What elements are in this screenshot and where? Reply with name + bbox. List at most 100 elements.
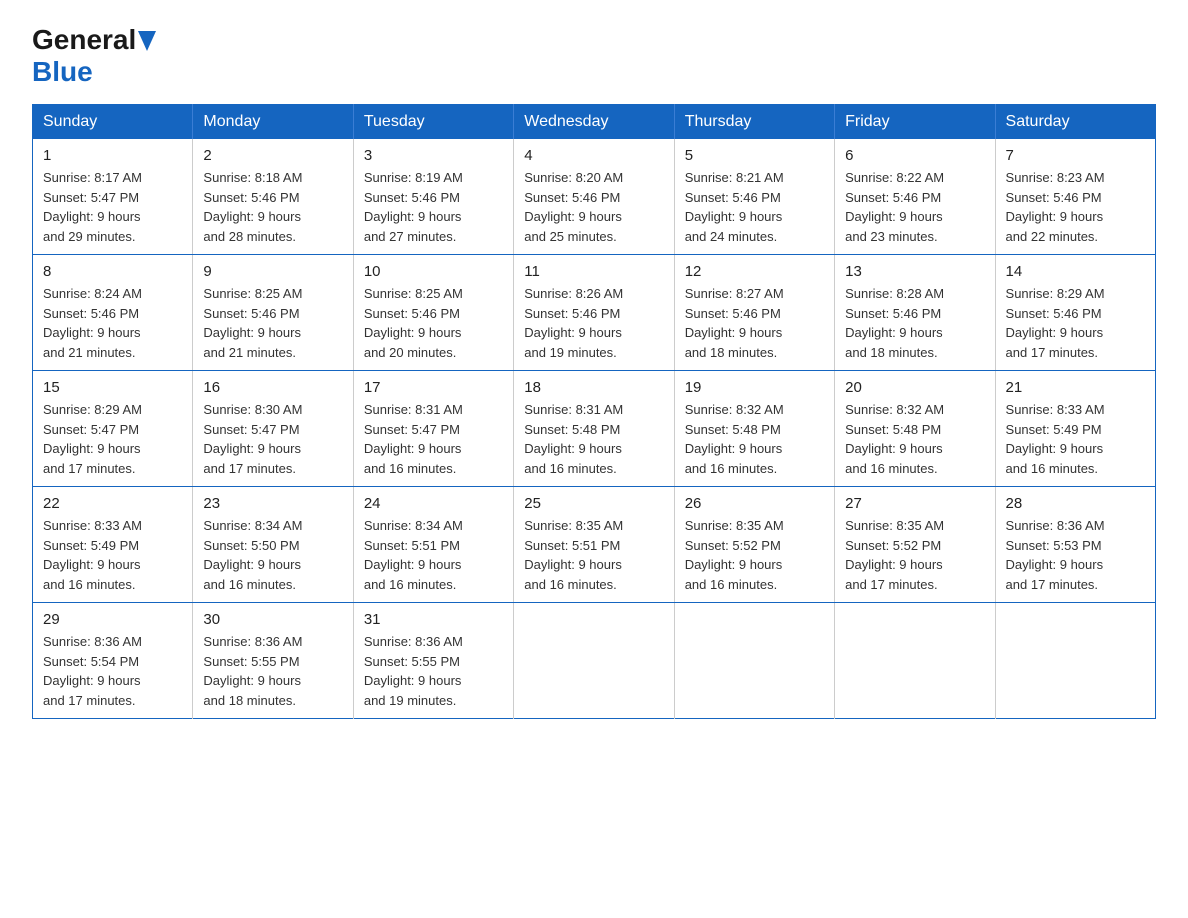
logo: General Blue	[32, 24, 156, 88]
day-number: 31	[364, 611, 503, 628]
calendar-cell: 26 Sunrise: 8:35 AMSunset: 5:52 PMDaylig…	[674, 487, 834, 603]
calendar-cell: 9 Sunrise: 8:25 AMSunset: 5:46 PMDayligh…	[193, 255, 353, 371]
calendar-cell: 23 Sunrise: 8:34 AMSunset: 5:50 PMDaylig…	[193, 487, 353, 603]
calendar-cell: 7 Sunrise: 8:23 AMSunset: 5:46 PMDayligh…	[995, 139, 1155, 255]
calendar-cell: 13 Sunrise: 8:28 AMSunset: 5:46 PMDaylig…	[835, 255, 995, 371]
logo-general-text: General	[32, 24, 136, 56]
day-info: Sunrise: 8:35 AMSunset: 5:52 PMDaylight:…	[845, 516, 984, 594]
day-info: Sunrise: 8:22 AMSunset: 5:46 PMDaylight:…	[845, 168, 984, 246]
day-info: Sunrise: 8:32 AMSunset: 5:48 PMDaylight:…	[685, 400, 824, 478]
logo-triangle-icon	[138, 31, 156, 51]
calendar-cell: 30 Sunrise: 8:36 AMSunset: 5:55 PMDaylig…	[193, 603, 353, 719]
page-header: General Blue	[32, 24, 1156, 88]
day-info: Sunrise: 8:18 AMSunset: 5:46 PMDaylight:…	[203, 168, 342, 246]
day-info: Sunrise: 8:29 AMSunset: 5:47 PMDaylight:…	[43, 400, 182, 478]
calendar-cell: 14 Sunrise: 8:29 AMSunset: 5:46 PMDaylig…	[995, 255, 1155, 371]
day-number: 3	[364, 147, 503, 164]
day-info: Sunrise: 8:19 AMSunset: 5:46 PMDaylight:…	[364, 168, 503, 246]
day-info: Sunrise: 8:24 AMSunset: 5:46 PMDaylight:…	[43, 284, 182, 362]
day-number: 29	[43, 611, 182, 628]
day-number: 4	[524, 147, 663, 164]
calendar-cell: 12 Sunrise: 8:27 AMSunset: 5:46 PMDaylig…	[674, 255, 834, 371]
day-number: 24	[364, 495, 503, 512]
day-number: 10	[364, 263, 503, 280]
calendar-cell: 28 Sunrise: 8:36 AMSunset: 5:53 PMDaylig…	[995, 487, 1155, 603]
day-number: 23	[203, 495, 342, 512]
day-number: 2	[203, 147, 342, 164]
day-number: 26	[685, 495, 824, 512]
calendar-week-row: 8 Sunrise: 8:24 AMSunset: 5:46 PMDayligh…	[33, 255, 1156, 371]
day-info: Sunrise: 8:28 AMSunset: 5:46 PMDaylight:…	[845, 284, 984, 362]
day-number: 20	[845, 379, 984, 396]
day-info: Sunrise: 8:29 AMSunset: 5:46 PMDaylight:…	[1006, 284, 1145, 362]
day-number: 15	[43, 379, 182, 396]
weekday-header-friday: Friday	[835, 105, 995, 140]
calendar-cell	[995, 603, 1155, 719]
logo-blue-text: Blue	[32, 56, 93, 88]
calendar-cell	[674, 603, 834, 719]
day-info: Sunrise: 8:33 AMSunset: 5:49 PMDaylight:…	[1006, 400, 1145, 478]
calendar-cell: 15 Sunrise: 8:29 AMSunset: 5:47 PMDaylig…	[33, 371, 193, 487]
calendar-table: SundayMondayTuesdayWednesdayThursdayFrid…	[32, 104, 1156, 719]
calendar-week-row: 1 Sunrise: 8:17 AMSunset: 5:47 PMDayligh…	[33, 139, 1156, 255]
day-info: Sunrise: 8:21 AMSunset: 5:46 PMDaylight:…	[685, 168, 824, 246]
calendar-cell: 16 Sunrise: 8:30 AMSunset: 5:47 PMDaylig…	[193, 371, 353, 487]
calendar-cell: 27 Sunrise: 8:35 AMSunset: 5:52 PMDaylig…	[835, 487, 995, 603]
day-number: 7	[1006, 147, 1145, 164]
calendar-week-row: 22 Sunrise: 8:33 AMSunset: 5:49 PMDaylig…	[33, 487, 1156, 603]
calendar-cell: 1 Sunrise: 8:17 AMSunset: 5:47 PMDayligh…	[33, 139, 193, 255]
day-number: 9	[203, 263, 342, 280]
day-info: Sunrise: 8:31 AMSunset: 5:48 PMDaylight:…	[524, 400, 663, 478]
day-info: Sunrise: 8:36 AMSunset: 5:54 PMDaylight:…	[43, 632, 182, 710]
day-number: 5	[685, 147, 824, 164]
day-info: Sunrise: 8:25 AMSunset: 5:46 PMDaylight:…	[203, 284, 342, 362]
day-number: 22	[43, 495, 182, 512]
day-info: Sunrise: 8:34 AMSunset: 5:51 PMDaylight:…	[364, 516, 503, 594]
day-info: Sunrise: 8:33 AMSunset: 5:49 PMDaylight:…	[43, 516, 182, 594]
calendar-cell: 11 Sunrise: 8:26 AMSunset: 5:46 PMDaylig…	[514, 255, 674, 371]
calendar-cell: 17 Sunrise: 8:31 AMSunset: 5:47 PMDaylig…	[353, 371, 513, 487]
day-info: Sunrise: 8:36 AMSunset: 5:53 PMDaylight:…	[1006, 516, 1145, 594]
day-number: 8	[43, 263, 182, 280]
day-number: 17	[364, 379, 503, 396]
weekday-header-wednesday: Wednesday	[514, 105, 674, 140]
calendar-cell: 4 Sunrise: 8:20 AMSunset: 5:46 PMDayligh…	[514, 139, 674, 255]
calendar-cell: 10 Sunrise: 8:25 AMSunset: 5:46 PMDaylig…	[353, 255, 513, 371]
day-number: 13	[845, 263, 984, 280]
calendar-week-row: 15 Sunrise: 8:29 AMSunset: 5:47 PMDaylig…	[33, 371, 1156, 487]
calendar-cell: 5 Sunrise: 8:21 AMSunset: 5:46 PMDayligh…	[674, 139, 834, 255]
calendar-cell	[835, 603, 995, 719]
day-number: 12	[685, 263, 824, 280]
calendar-cell: 29 Sunrise: 8:36 AMSunset: 5:54 PMDaylig…	[33, 603, 193, 719]
day-info: Sunrise: 8:31 AMSunset: 5:47 PMDaylight:…	[364, 400, 503, 478]
day-number: 1	[43, 147, 182, 164]
calendar-cell: 2 Sunrise: 8:18 AMSunset: 5:46 PMDayligh…	[193, 139, 353, 255]
calendar-cell: 25 Sunrise: 8:35 AMSunset: 5:51 PMDaylig…	[514, 487, 674, 603]
calendar-cell: 8 Sunrise: 8:24 AMSunset: 5:46 PMDayligh…	[33, 255, 193, 371]
calendar-cell: 31 Sunrise: 8:36 AMSunset: 5:55 PMDaylig…	[353, 603, 513, 719]
day-info: Sunrise: 8:23 AMSunset: 5:46 PMDaylight:…	[1006, 168, 1145, 246]
calendar-cell: 24 Sunrise: 8:34 AMSunset: 5:51 PMDaylig…	[353, 487, 513, 603]
day-number: 18	[524, 379, 663, 396]
calendar-cell: 20 Sunrise: 8:32 AMSunset: 5:48 PMDaylig…	[835, 371, 995, 487]
day-info: Sunrise: 8:34 AMSunset: 5:50 PMDaylight:…	[203, 516, 342, 594]
day-info: Sunrise: 8:35 AMSunset: 5:52 PMDaylight:…	[685, 516, 824, 594]
weekday-header-thursday: Thursday	[674, 105, 834, 140]
day-info: Sunrise: 8:27 AMSunset: 5:46 PMDaylight:…	[685, 284, 824, 362]
calendar-header-row: SundayMondayTuesdayWednesdayThursdayFrid…	[33, 105, 1156, 140]
day-info: Sunrise: 8:36 AMSunset: 5:55 PMDaylight:…	[203, 632, 342, 710]
day-info: Sunrise: 8:36 AMSunset: 5:55 PMDaylight:…	[364, 632, 503, 710]
day-info: Sunrise: 8:20 AMSunset: 5:46 PMDaylight:…	[524, 168, 663, 246]
calendar-cell: 18 Sunrise: 8:31 AMSunset: 5:48 PMDaylig…	[514, 371, 674, 487]
day-info: Sunrise: 8:32 AMSunset: 5:48 PMDaylight:…	[845, 400, 984, 478]
day-number: 25	[524, 495, 663, 512]
weekday-header-saturday: Saturday	[995, 105, 1155, 140]
day-number: 30	[203, 611, 342, 628]
day-number: 14	[1006, 263, 1145, 280]
day-number: 21	[1006, 379, 1145, 396]
day-number: 16	[203, 379, 342, 396]
calendar-cell: 21 Sunrise: 8:33 AMSunset: 5:49 PMDaylig…	[995, 371, 1155, 487]
calendar-week-row: 29 Sunrise: 8:36 AMSunset: 5:54 PMDaylig…	[33, 603, 1156, 719]
day-number: 19	[685, 379, 824, 396]
calendar-cell: 22 Sunrise: 8:33 AMSunset: 5:49 PMDaylig…	[33, 487, 193, 603]
